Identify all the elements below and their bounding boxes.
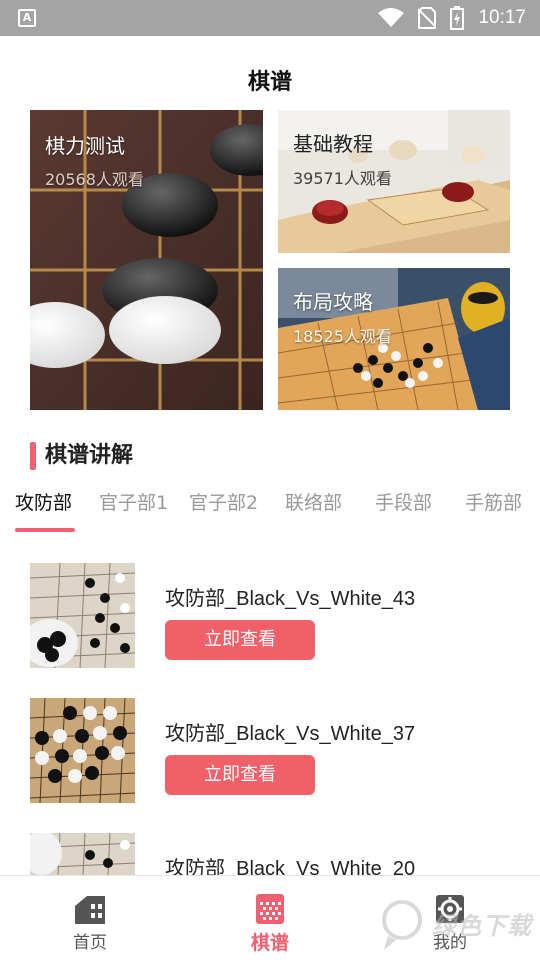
board-icon	[256, 894, 284, 924]
feature-card-layout-strategy[interactable]: 布局攻略 18525人观看	[278, 268, 510, 410]
feature-card-basic-tutorial[interactable]: 基础教程 39571人观看	[278, 110, 510, 253]
feature-card-strength-test[interactable]: 棋力测试 20568人观看	[30, 110, 263, 410]
status-bar: A 10:17	[0, 0, 540, 36]
game-title: 攻防部_Black_Vs_White_37	[165, 723, 416, 745]
section-accent-bar	[30, 442, 36, 470]
watermark-logo-icon	[382, 900, 422, 950]
page-title: 棋谱	[247, 70, 292, 95]
nav-label: 棋谱	[250, 932, 289, 954]
feature-card-title: 基础教程	[293, 132, 373, 156]
home-icon	[75, 896, 105, 924]
no-sim-icon	[418, 7, 437, 29]
game-title: 攻防部_Black_Vs_White_43	[165, 588, 416, 610]
category-tabs: 攻防部 官子部1 官子部2 联络部 手段部 手筋部	[0, 484, 540, 534]
watermark: 绿色下载	[380, 892, 540, 952]
clock: 10:17	[478, 7, 526, 28]
feature-card-views: 20568人观看	[45, 170, 144, 189]
nav-home[interactable]: 首页	[30, 876, 150, 960]
view-now-button[interactable]: 立即查看	[165, 755, 315, 795]
wifi-icon	[378, 8, 405, 27]
tab-endgame-2[interactable]: 官子部2	[189, 488, 258, 515]
game-thumbnail	[30, 698, 135, 803]
active-tab-indicator	[15, 528, 75, 532]
game-thumbnail	[30, 563, 135, 668]
tab-tactics[interactable]: 手段部	[375, 488, 432, 515]
feature-card-views: 39571人观看	[293, 169, 392, 188]
app-badge-icon: A	[18, 9, 36, 27]
list-item: 攻防部_Black_Vs_White_37 立即查看	[0, 698, 540, 808]
tab-attack-defense[interactable]: 攻防部	[15, 488, 72, 515]
feature-card-views: 18525人观看	[293, 327, 392, 346]
list-item: 攻防部_Black_Vs_White_43 立即查看	[0, 563, 540, 673]
tab-tesuji[interactable]: 手筋部	[465, 488, 522, 515]
feature-card-title: 棋力测试	[45, 134, 125, 158]
tab-connection[interactable]: 联络部	[285, 488, 342, 515]
feature-card-title: 布局攻略	[293, 290, 373, 314]
view-now-button[interactable]: 立即查看	[165, 620, 315, 660]
watermark-text: 绿色下载	[432, 912, 532, 940]
nav-game-records[interactable]: 棋谱	[210, 876, 330, 960]
battery-charging-icon	[450, 6, 465, 30]
section-title: 棋谱讲解	[45, 443, 134, 468]
tab-endgame-1[interactable]: 官子部1	[99, 488, 168, 515]
nav-label: 首页	[73, 933, 107, 953]
